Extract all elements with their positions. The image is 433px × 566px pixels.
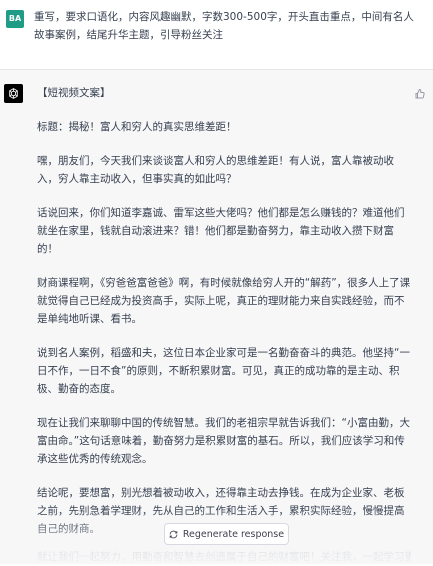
- user-message-text: 重写，要求口语化，内容风趣幽默，字数300-500字，开头直击重点，中间有名人故…: [34, 11, 414, 41]
- paragraph-title: 标题：揭秘！富人和穷人的真实思维差距！: [37, 121, 237, 133]
- user-avatar: BA: [6, 10, 24, 28]
- assistant-message-block: 【短视频文案】 标题：揭秘！富人和穷人的真实思维差距！ 嘿，朋友们，今天我们来谈…: [0, 70, 433, 564]
- paragraph-story: 话说回来，你们知道李嘉诚、雷军这些大佬吗？他们都是怎么赚钱的？难道他们就坐在家里…: [37, 207, 405, 255]
- refresh-icon: [169, 530, 178, 538]
- regenerate-label: Regenerate response: [182, 528, 285, 540]
- paragraph-course: 财商课程啊，《穷爸爸富爸爸》啊，有时候就像给穷人开的“解药”，很多人上了课就觉得…: [37, 277, 411, 325]
- user-message-block: BA 重写，要求口语化，内容风趣幽默，字数300-500字，开头直击重点，中间有…: [0, 0, 433, 70]
- regenerate-response-button[interactable]: Regenerate response: [164, 523, 289, 545]
- assistant-message-content: 【短视频文案】 标题：揭秘！富人和穷人的真实思维差距！ 嘿，朋友们，今天我们来谈…: [37, 84, 411, 554]
- paragraph-heading: 【短视频文案】: [37, 87, 111, 99]
- faded-overflow-line: 就让我们一起努力，用勤奋和智慧去创造属于自己的财富吧！关注我，一起学习更多: [37, 551, 411, 563]
- openai-logo-icon: [4, 84, 23, 103]
- paragraph-wisdom: 现在让我们来聊聊中国的传统智慧。我们的老祖宗早就告诉我们：“小富由勤，大富由命。…: [37, 417, 410, 465]
- paragraph-case: 说到名人案例，稻盛和夫，这位日本企业家可是一名勤奋奋斗的典范。他坚持“一日不作，…: [37, 347, 410, 395]
- thumbs-up-icon[interactable]: [414, 85, 426, 99]
- paragraph-intro: 嘿，朋友们，今天我们来谈谈富人和穷人的思维差距！有人说，富人靠被动收入，穷人靠主…: [37, 155, 394, 185]
